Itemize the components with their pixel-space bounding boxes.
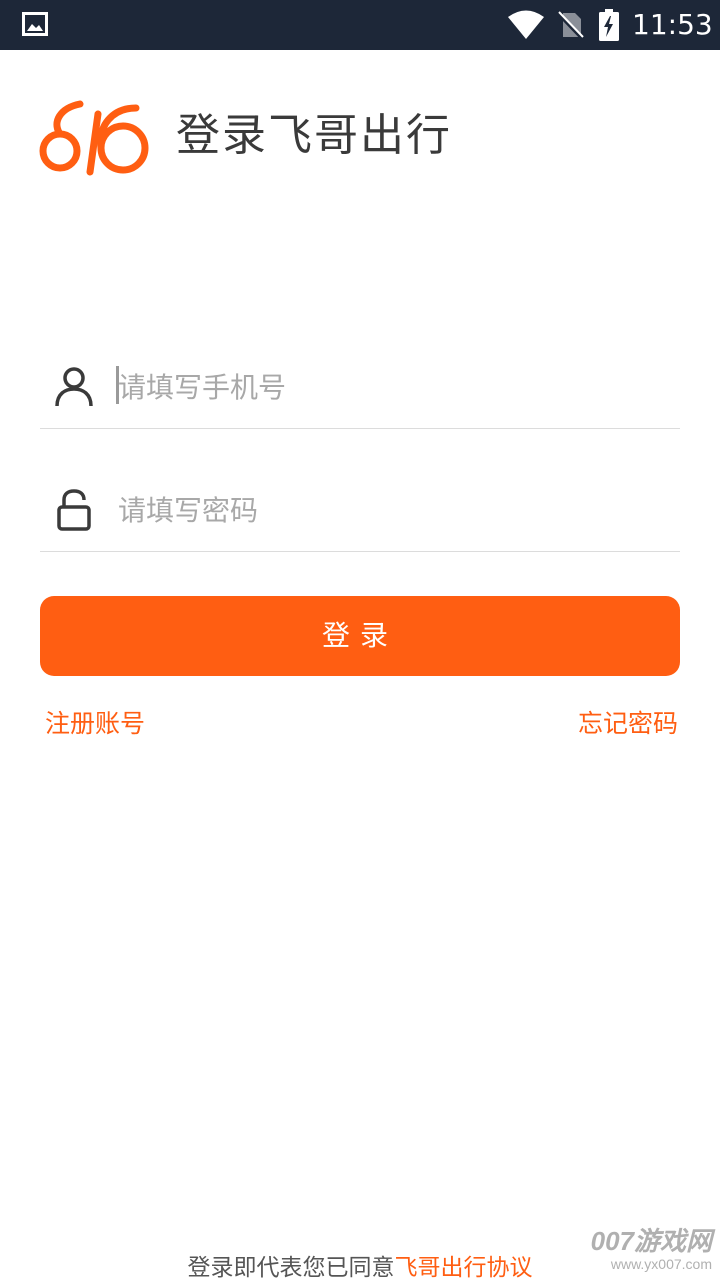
app-title: 登录飞哥出行 [176,110,452,161]
phone-field [40,350,680,429]
login-button[interactable]: 登录 [40,596,680,676]
wifi-icon [508,10,544,39]
image-icon [22,12,48,36]
login-screen: 11:53 登录飞哥出行 登录 注册账号 忘记密码 007游戏网 [0,0,720,1280]
user-icon [55,367,93,407]
agreement-text: 登录即代表您已同意飞哥出行协议 [0,1252,720,1280]
unlock-icon [57,489,91,531]
battery-charging-icon [599,9,619,41]
register-link[interactable]: 注册账号 [45,706,145,742]
password-input[interactable] [118,485,658,535]
forgot-password-link[interactable]: 忘记密码 [578,706,678,742]
status-time: 11:53 [632,8,713,41]
phone-input[interactable] [118,362,658,412]
password-field [40,473,680,552]
feige-logo-icon [39,100,149,176]
status-bar: 11:53 [0,0,720,50]
no-sim-icon [556,11,584,39]
agreement-prefix: 登录即代表您已同意 [187,1255,395,1280]
agreement-link[interactable]: 飞哥出行协议 [395,1255,533,1280]
